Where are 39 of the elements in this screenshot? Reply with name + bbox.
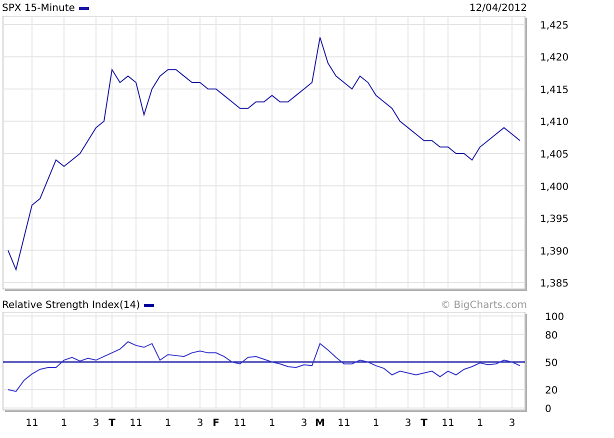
time-label: 1 — [372, 418, 380, 429]
indicator-title: Relative Strength Index(14) — [2, 298, 140, 312]
time-label: 3 — [404, 418, 412, 429]
axis-label: 1,400 — [540, 182, 569, 193]
axis-label: 1,415 — [540, 84, 569, 96]
time-label: 11 — [442, 418, 454, 429]
time-label: T — [420, 418, 428, 429]
credit-text: © BigCharts.com — [440, 298, 527, 312]
time-label: 1 — [476, 418, 484, 429]
time-label: 1 — [268, 418, 276, 429]
legend-swatch — [144, 304, 154, 306]
axis-label: 100 — [545, 312, 564, 323]
axis-label: 1,425 — [540, 20, 569, 32]
axis-label: 1,385 — [540, 278, 569, 290]
axis-label: 1,395 — [540, 214, 569, 226]
chart-title: SPX 15-Minute — [2, 2, 75, 16]
time-label: 3 — [92, 418, 100, 429]
time-label: 11 — [26, 418, 38, 429]
time-label: T — [108, 418, 116, 429]
axis-label: 80 — [545, 330, 558, 342]
axis-label: 20 — [545, 386, 558, 397]
time-label: 1 — [164, 418, 172, 429]
chart-date: 12/04/2012 — [469, 2, 527, 16]
time-label: 11 — [130, 418, 142, 429]
time-label: 3 — [196, 418, 204, 429]
time-label: 11 — [234, 418, 246, 429]
axis-label: 0 — [545, 404, 552, 415]
axis-label: 1,390 — [540, 246, 569, 258]
time-label: 1 — [60, 418, 68, 429]
time-label: 11 — [338, 418, 350, 429]
time-label: M — [315, 418, 325, 429]
time-label: 3 — [300, 418, 308, 429]
legend-swatch — [78, 6, 89, 10]
time-label: 3 — [508, 418, 516, 429]
axis-label: 1,405 — [540, 150, 569, 160]
axis-label: 1,410 — [540, 117, 569, 128]
axis-label: 50 — [545, 358, 558, 369]
axis-label: 1,420 — [540, 52, 569, 64]
time-label: F — [212, 418, 220, 429]
